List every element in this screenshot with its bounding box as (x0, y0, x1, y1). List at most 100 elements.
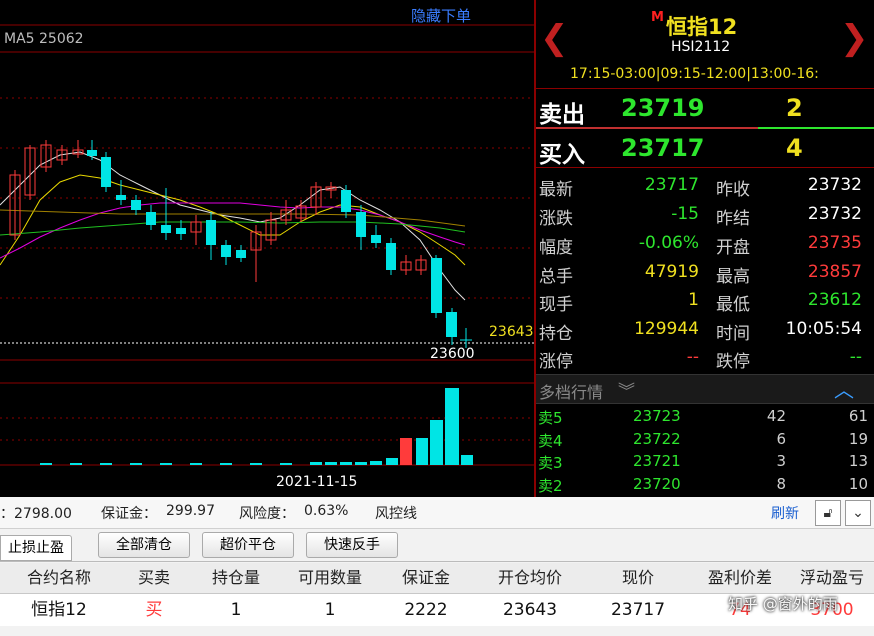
stat-label: 开盘 (716, 238, 750, 258)
depth-row[interactable]: 卖2 23720 8 10 (536, 473, 874, 495)
stat-limit-down: -- (849, 347, 862, 367)
stop-loss-tab[interactable]: 止损止盈 (0, 535, 72, 561)
candle-up (40, 140, 52, 172)
stat-high: 23857 (807, 262, 862, 282)
column-header[interactable]: 合约名称 (0, 563, 119, 593)
prev-contract-arrow-icon[interactable]: ❮ (540, 18, 569, 58)
candle-down (371, 225, 381, 248)
stat-open-interest: 129944 (634, 319, 699, 339)
table-cell: 买 (118, 594, 191, 626)
candle-down (341, 185, 351, 218)
kline-chart[interactable]: 隐藏下单 MA5 25062 23643 23600 2021-11-15 (0, 0, 534, 497)
sell-quantity: 2 (786, 94, 803, 122)
main-contract-badge: M (651, 10, 664, 25)
lock-icon[interactable]: 🔓︎ (815, 500, 841, 526)
quick-reverse-button[interactable]: 快速反手 (306, 532, 398, 558)
candle-up (56, 145, 68, 165)
depth-price: 23723 (633, 407, 681, 425)
chevron-up-icon[interactable]: ︿ (834, 374, 854, 403)
risk-label: 风险度： (239, 506, 295, 522)
stat-prev-settle: 23732 (807, 204, 862, 224)
candle-doji (460, 328, 472, 348)
depth-row[interactable]: 卖5 23723 42 61 (536, 405, 874, 427)
buy-price[interactable]: 23717 (621, 134, 705, 162)
depth-row[interactable]: 卖4 23722 6 19 (536, 428, 874, 450)
ma5-label: MA5 25062 (4, 31, 84, 47)
stat-label: 现手 (539, 295, 573, 315)
stat-label: 幅度 (539, 238, 573, 258)
risk-value: 0.63% (304, 503, 349, 519)
date-label: 2021-11-15 (276, 474, 358, 490)
table-cell: 23717 (586, 594, 691, 626)
depth-total: 19 (848, 429, 868, 448)
candle-down (446, 308, 457, 345)
column-header[interactable]: 开仓均价 (474, 563, 587, 593)
trading-sessions: 17:15-03:00|09:15-12:00|13:00-16: (570, 66, 819, 82)
quote-panel: ❮ ❯ M 恒指12 HSI2112 17:15-03:00|09:15-12:… (536, 0, 874, 497)
table-cell: 2222 (378, 594, 475, 626)
stat-latest: 23717 (644, 175, 699, 195)
depth-qty: 6 (776, 429, 786, 448)
contract-name: 恒指12 (666, 15, 738, 39)
contract-code: HSI2112 (671, 39, 731, 55)
stat-label: 涨停 (539, 352, 573, 372)
sell-label: 卖出 (539, 102, 585, 128)
stat-volume: 47919 (644, 262, 699, 282)
collapse-icon[interactable]: ⌄ (845, 500, 871, 526)
candle-up (265, 212, 277, 245)
table-cell: 1 (282, 594, 379, 626)
stat-time: 10:05:54 (785, 319, 862, 339)
volume-bars (40, 388, 473, 465)
column-header[interactable]: 现价 (586, 563, 691, 593)
candle-up (325, 182, 337, 198)
buy-label: 买入 (539, 142, 585, 168)
depth-level-label: 卖2 (538, 476, 563, 495)
stat-label: 涨跌 (539, 209, 573, 229)
candle-down (101, 152, 111, 192)
stat-label: 最低 (716, 295, 750, 315)
table-cell: 23643 (474, 594, 587, 626)
buy-quantity: 4 (786, 134, 803, 162)
candle-up (400, 255, 412, 275)
sell-price[interactable]: 23719 (621, 94, 705, 122)
last-price-tag: 23643 (489, 324, 534, 340)
candle-up (250, 225, 262, 282)
depth-level-label: 卖3 (538, 454, 563, 472)
column-header[interactable]: 持仓量 (190, 563, 283, 593)
stat-label: 昨收 (716, 180, 750, 200)
candle-up (190, 215, 202, 245)
depth-qty: 42 (766, 407, 786, 425)
candle-up (415, 255, 427, 275)
stat-change: -15 (671, 204, 699, 224)
double-chevron-down-icon[interactable]: ︾ (618, 377, 635, 402)
depth-qty: 8 (776, 474, 786, 493)
over-price-close-button[interactable]: 超价平仓 (202, 532, 294, 558)
close-all-button[interactable]: 全部清仓 (98, 532, 190, 558)
table-cell: 1 (190, 594, 283, 626)
next-contract-arrow-icon[interactable]: ❯ (840, 18, 869, 58)
column-header[interactable]: 浮动盈亏 (790, 563, 874, 593)
depth-level-label: 卖5 (538, 409, 563, 427)
stat-label: 跌停 (716, 352, 750, 372)
stat-label: 最高 (716, 267, 750, 287)
depth-price: 23720 (633, 474, 681, 493)
candle-up (9, 170, 21, 240)
low-price-tag: 23600 (430, 346, 475, 362)
depth-header[interactable]: 多档行情 ︾ ︿ (536, 374, 874, 404)
column-header[interactable]: 盈利价差 (690, 563, 791, 593)
refresh-link[interactable]: 刷新 (771, 503, 799, 523)
column-header[interactable]: 买卖 (118, 563, 191, 593)
depth-title: 多档行情 (539, 383, 604, 402)
depth-row[interactable]: 卖3 23721 3 13 (536, 450, 874, 472)
depth-total: 61 (848, 407, 868, 425)
hide-orders-link[interactable]: 隐藏下单 (411, 5, 471, 26)
stat-current-hand: 1 (688, 290, 699, 310)
candlesticks (9, 140, 472, 348)
column-header[interactable]: 可用数量 (282, 563, 379, 593)
candle-up (24, 145, 36, 200)
depth-price: 23722 (633, 429, 681, 448)
stat-label: 最新 (539, 180, 573, 200)
stat-label: 持仓 (539, 324, 573, 344)
column-header[interactable]: 保证金 (378, 563, 475, 593)
stat-label: 昨结 (716, 209, 750, 229)
